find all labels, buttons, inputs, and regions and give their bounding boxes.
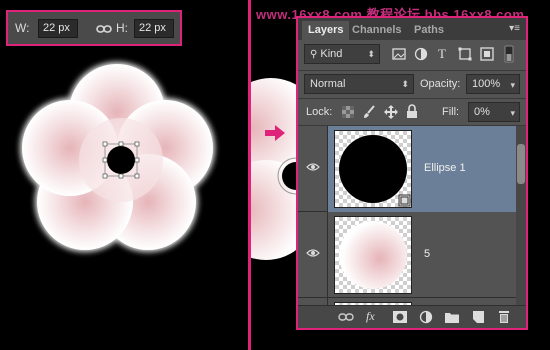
panel-tab-bar: Layers Channels Paths ▾≡: [298, 18, 526, 40]
blend-mode-select[interactable]: Normal ⬍: [304, 74, 414, 94]
trash-icon[interactable]: [496, 310, 512, 324]
filter-row: ⚲ Kind ⬍ T: [298, 40, 526, 70]
adjustment-filter-icon[interactable]: [414, 47, 428, 61]
height-field[interactable]: 22 px: [134, 19, 174, 38]
type-filter-icon[interactable]: T: [438, 46, 446, 62]
layer-name[interactable]: 5: [424, 248, 430, 260]
layer-row-ellipse-1[interactable]: Ellipse 1: [298, 126, 526, 212]
kind-label: Kind: [320, 48, 343, 60]
pointer-arrow-icon: [264, 124, 286, 147]
adjustment-icon[interactable]: [418, 310, 434, 324]
ellipse-thumbnail-shape: [339, 135, 411, 207]
fill-field[interactable]: 0% ▾: [468, 102, 520, 122]
fill-value: 0%: [474, 106, 490, 118]
opacity-label: Opacity:: [420, 78, 461, 90]
opacity-value: 100%: [472, 78, 501, 90]
canvas-left: W: 22 px H: 22 px: [0, 0, 248, 350]
lock-move-icon[interactable]: [384, 105, 398, 119]
kind-filter-select[interactable]: ⚲ Kind ⬍: [304, 44, 380, 64]
lock-row: Lock: Fill: 0% ▾: [298, 99, 526, 125]
fill-label: Fill:: [442, 106, 460, 118]
fx-icon[interactable]: fx: [366, 309, 382, 323]
chevron-down-icon: ⬍: [401, 79, 409, 89]
height-label: H:: [116, 21, 128, 35]
mask-icon[interactable]: [392, 310, 408, 324]
panel-menu-icon[interactable]: ▾≡: [509, 23, 520, 34]
lock-all-icon[interactable]: [406, 104, 418, 119]
shape-size-bar: W: 22 px H: 22 px: [6, 10, 182, 46]
layers-panel: Layers Channels Paths ▾≡ ⚲ Kind ⬍ T Norm…: [296, 16, 528, 330]
lock-brush-icon[interactable]: [362, 105, 376, 119]
lock-label: Lock:: [306, 106, 333, 118]
shape-filter-icon[interactable]: [458, 47, 472, 61]
link-icon[interactable]: [96, 22, 112, 40]
panel-bottom-toolbar: fx: [298, 305, 526, 328]
dropdown-arrow-icon: ▾: [510, 80, 515, 90]
group-folder-icon[interactable]: [444, 310, 460, 324]
blend-mode-value: Normal: [310, 78, 346, 90]
new-layer-icon[interactable]: [470, 310, 486, 324]
blend-row: Normal ⬍ Opacity: 100% ▾: [298, 71, 526, 97]
tab-layers[interactable]: Layers: [302, 21, 350, 40]
flower-artwork: [20, 62, 215, 252]
smart-object-filter-icon[interactable]: [480, 47, 494, 61]
width-label: W:: [15, 21, 30, 35]
opacity-field[interactable]: 100% ▾: [466, 74, 520, 94]
eye-icon[interactable]: [306, 162, 320, 172]
dropdown-arrow-icon: ▾: [510, 108, 515, 118]
link-layers-icon[interactable]: [338, 310, 354, 324]
petal-thumbnail-shape: [339, 221, 407, 289]
tab-channels[interactable]: Channels: [346, 21, 408, 40]
eye-icon[interactable]: [306, 248, 320, 258]
layer-name[interactable]: Ellipse 1: [424, 162, 466, 174]
layer-thumbnail[interactable]: [334, 130, 412, 208]
layer-row-5[interactable]: 5: [298, 212, 526, 298]
chevron-down-icon: ⬍: [367, 49, 375, 59]
layer-thumbnail[interactable]: [334, 216, 412, 294]
search-icon: ⚲: [310, 49, 318, 60]
filter-toggle-icon[interactable]: [504, 45, 514, 63]
lock-transparent-icon[interactable]: [342, 106, 354, 118]
scrollbar-thumb[interactable]: [517, 144, 525, 184]
tab-paths[interactable]: Paths: [408, 21, 450, 40]
width-field[interactable]: 22 px: [38, 19, 78, 38]
image-filter-icon[interactable]: [392, 48, 406, 60]
